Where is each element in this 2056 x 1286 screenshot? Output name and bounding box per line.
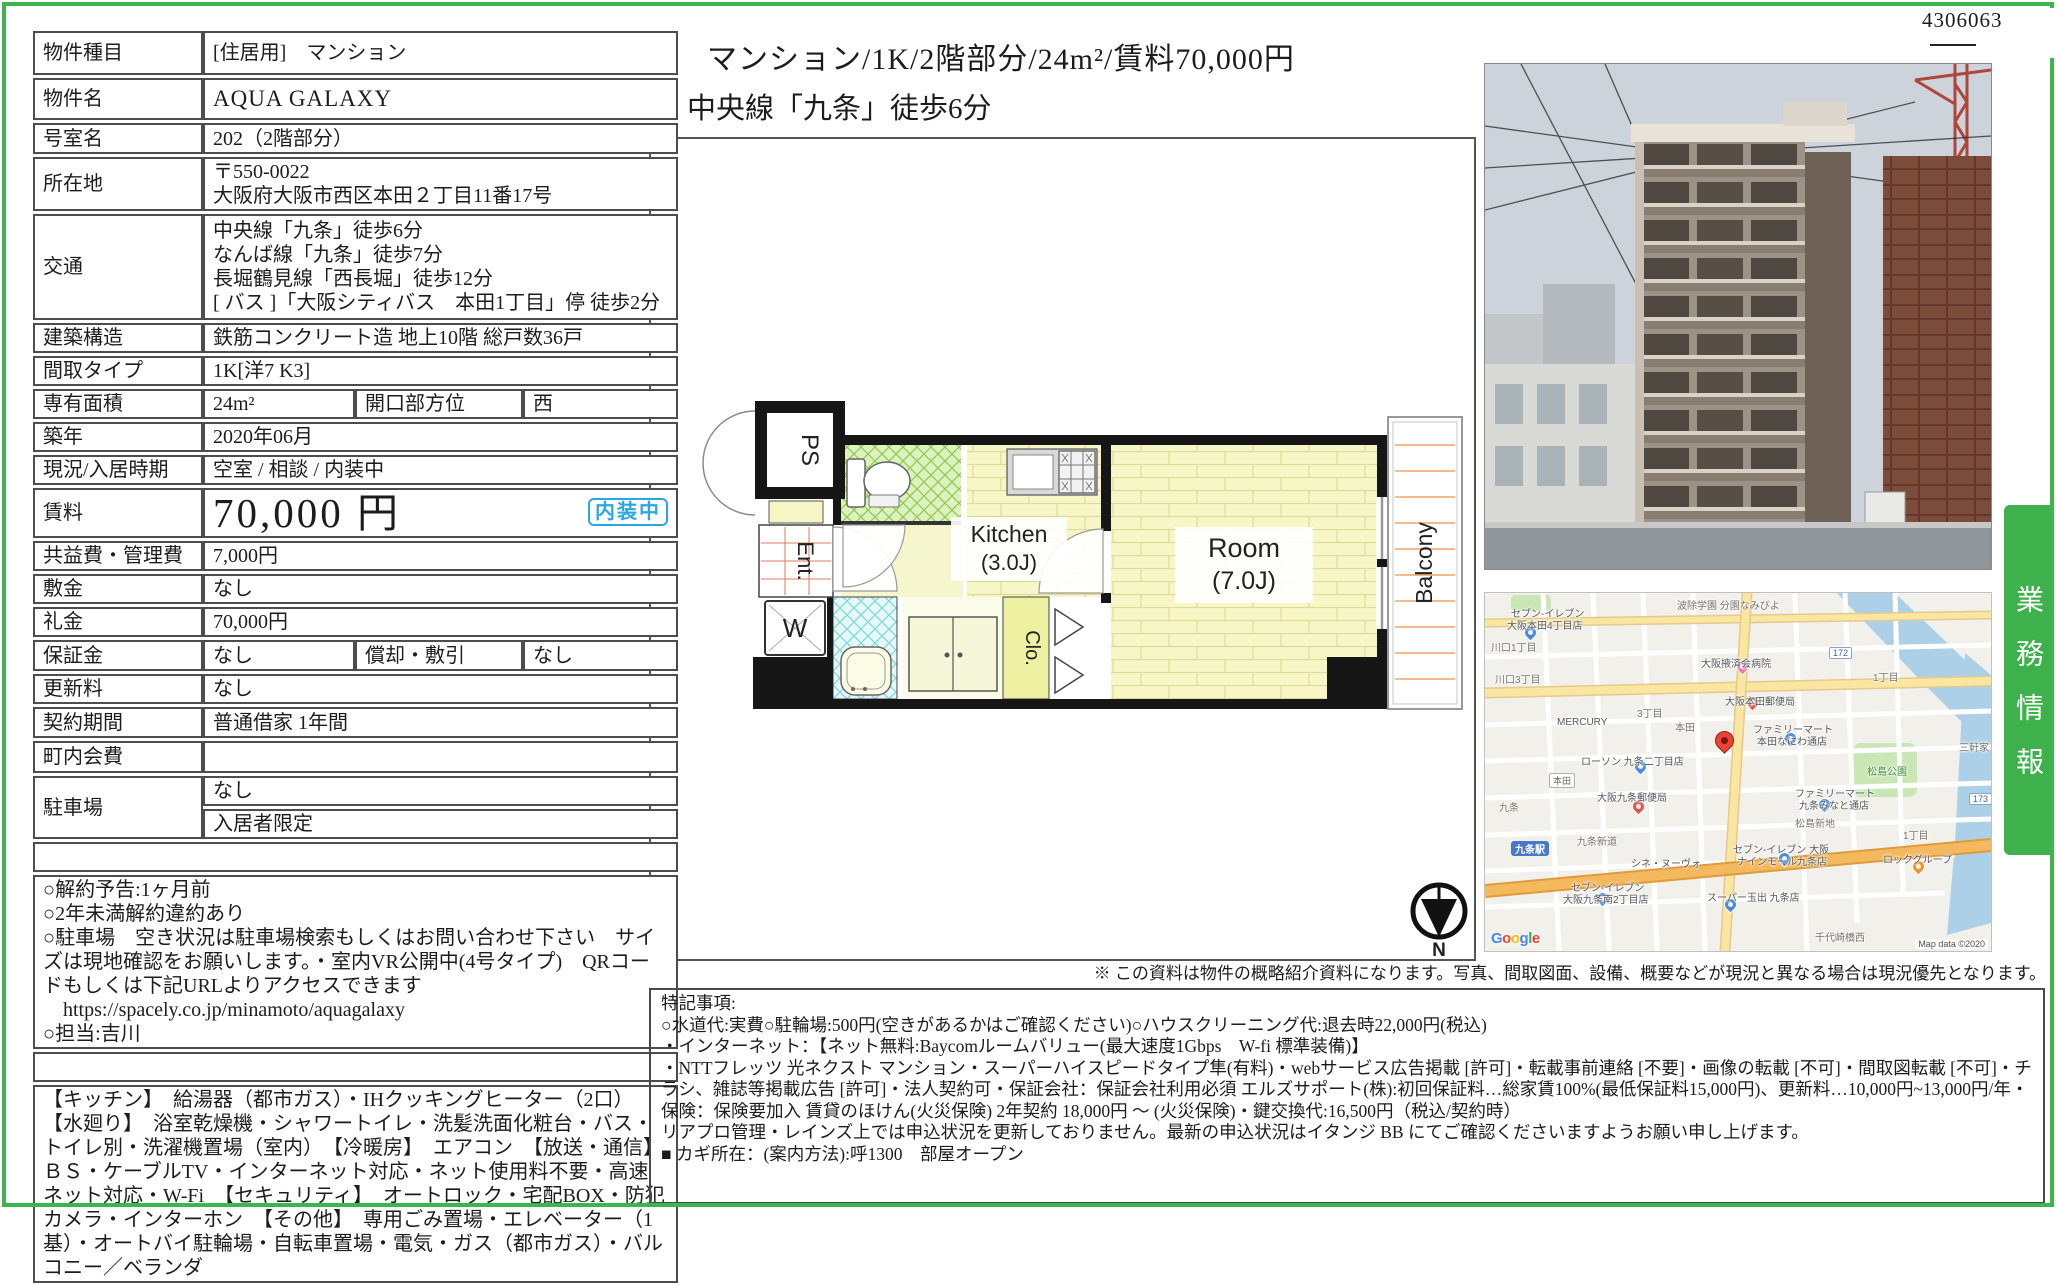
map-label: 川口1丁目 [1491, 639, 1537, 654]
equipment-text: 【キッチン】 給湯器（都市ガス）・IHクッキングヒーター（2口） 【水廻り】 浴… [33, 1085, 678, 1283]
google-logo: Google [1491, 930, 1540, 947]
table-row: 物件名AQUA GALAXY [33, 78, 678, 120]
table-row: 専有面積24m²開口部方位西 [33, 389, 678, 419]
map-attribution: Map data ©2020 [1915, 939, 1988, 949]
building-photo [1484, 63, 1992, 570]
map-label: 川口3丁目 [1495, 671, 1541, 686]
floor-plan-drawing: PS Ent. W Kitchen (3.0J) Room (7.0J) Clo… [651, 139, 1474, 959]
headline-line1: マンション/1K/2階部分/24m²/賃料70,000円 [687, 34, 1295, 78]
business-info-tab-label: 業務情報 [2007, 559, 2047, 801]
table-row: 建築構造鉄筋コンクリート造 地上10階 総戸数36戸 [33, 323, 678, 353]
table-row: 契約期間普通借家 1年間 [33, 707, 678, 738]
washer-label: W [783, 613, 808, 643]
document-number: 4306063 [1918, 8, 2056, 58]
room-size-label: (7.0J) [1212, 567, 1276, 595]
map-label: 本田 [1549, 773, 1575, 788]
map-label: 松島新地 [1795, 815, 1835, 830]
kitchen-size-label: (3.0J) [981, 550, 1037, 575]
listing-headline: マンション/1K/2階部分/24m²/賃料70,000円 中央線「九条」徒歩6分 [687, 34, 1295, 127]
map-label: 大阪九条南2丁目店 [1563, 891, 1649, 906]
remarks-header-row: 備 考 [33, 842, 678, 872]
map-label: 大阪本田4丁目店 [1507, 617, 1583, 632]
map-label: 173 [1969, 793, 1992, 805]
kitchen-label: Kitchen [971, 521, 1048, 547]
remarks-section-bar: 備 考 [33, 842, 678, 872]
map-label: 172 [1829, 647, 1852, 659]
equipment-section-bar: 設 備 [33, 1052, 678, 1082]
table-row: 号室名202（2階部分） [33, 123, 678, 154]
map-label: 本田なにわ通店 [1757, 733, 1827, 748]
rent-amount: 70,000 円 [213, 490, 401, 536]
table-row: 共益費・管理費7,000円 [33, 541, 678, 571]
table-row: 保証金なし償却・敷引なし [33, 640, 678, 671]
equipment-row: 【キッチン】 給湯器（都市ガス）・IHクッキングヒーター（2口） 【水廻り】 浴… [33, 1085, 678, 1283]
compass-icon: N [1413, 885, 1465, 959]
map-label: 1丁目 [1873, 669, 1899, 684]
ps-label: PS [796, 434, 823, 466]
map-label: 波除学園 分園なみびよ [1677, 597, 1780, 612]
balcony-label: Balcony [1411, 522, 1437, 604]
map-label: スーパー玉出 九条店 [1707, 889, 1800, 904]
table-row: 敷金なし [33, 574, 678, 604]
special-notes-box: 特記事項: ○水道代:実費○駐輪場:500円(空きがあるかはご確認ください)○ハ… [649, 988, 2045, 1204]
table-row-rent: 賃料 70,000 円内装中 [33, 488, 678, 538]
entry-strip [769, 501, 823, 523]
location-map: セブン-イレブン大阪本田4丁目店波除学園 分園なみびよ川口1丁目大阪掖済会病院1… [1484, 592, 1992, 952]
table-row: 駐車場なし [33, 776, 678, 806]
remarks-row: ○解約予告:1ヶ月前 ○2年未満解約違約あり ○駐車場 空き状況は駐車場検索もし… [33, 875, 678, 1049]
map-label: 九条新道 [1577, 833, 1617, 848]
table-row: 交通中央線「九条」徒歩6分 なんば線「九条」徒歩7分 長堀鶴見線「西長堀」徒歩1… [33, 214, 678, 320]
property-spec-table: 物件種目[住居用] マンション 物件名AQUA GALAXY 号室名202（2階… [33, 28, 678, 1286]
business-info-tab[interactable]: 業務情報 [2004, 505, 2050, 855]
map-label: ローソン 九条二丁目店 [1581, 753, 1684, 768]
room-label: Room [1208, 533, 1280, 563]
table-row: 築年2020年06月 [33, 422, 678, 452]
remarks-text: ○解約予告:1ヶ月前 ○2年未満解約違約あり ○駐車場 空き状況は駐車場検索もし… [33, 875, 678, 1049]
map-label: 九条駅 [1511, 841, 1549, 856]
map-label: 千代崎橋西 [1815, 929, 1865, 944]
table-row: 更新料なし [33, 674, 678, 704]
map-label: 大阪掖済会病院 [1701, 655, 1771, 670]
headline-line2: 中央線「九条」徒歩6分 [687, 85, 1295, 127]
map-label: 九条 [1499, 799, 1519, 814]
equipment-header-row: 設 備 [33, 1052, 678, 1082]
document-number-text: 4306063 [1922, 8, 2003, 32]
map-label: MERCURY [1557, 717, 1607, 728]
map-label: シネ・ヌーヴォ [1631, 855, 1701, 870]
map-label: 九条みなと通店 [1799, 797, 1869, 812]
compass-n-label: N [1432, 940, 1446, 959]
map-label: 三軒家 [1959, 739, 1989, 754]
header-rule-line [1930, 44, 1976, 46]
closet-label: Clo. [1021, 630, 1043, 666]
table-row: 物件種目[住居用] マンション [33, 31, 678, 75]
disclaimer-note: ※ この資料は物件の概略紹介資料になります。写真、間取図面、設備、概要などが現況… [1000, 959, 2046, 984]
map-label: 大阪九条郵便局 [1597, 789, 1667, 804]
map-label: 1丁目 [1903, 827, 1929, 842]
building-photo-image [1485, 64, 1991, 569]
map-label: 3丁目 [1637, 705, 1663, 720]
table-row: 現況/入居時期空室 / 相談 / 内装中 [33, 455, 678, 485]
map-label: 松島公園 [1867, 763, 1907, 778]
table-row: 間取タイプ1K[洋7 K3] [33, 356, 678, 386]
table-row: 礼金70,000円 [33, 607, 678, 637]
floor-plan: PS Ent. W Kitchen (3.0J) Room (7.0J) Clo… [649, 137, 1476, 961]
table-row: 所在地〒550-0022 大阪府大阪市西区本田２丁目11番17号 [33, 157, 678, 211]
map-label: 大阪本田郵便局 [1725, 693, 1795, 708]
map-label: ナインモール九条店 [1737, 853, 1827, 868]
map-label: 本田 [1675, 719, 1695, 734]
entry-label: Ent. [793, 541, 818, 580]
renovation-status-badge: 内装中 [588, 498, 668, 526]
table-row: 町内会費 [33, 741, 678, 773]
map-label: ロックグループ [1883, 851, 1952, 866]
